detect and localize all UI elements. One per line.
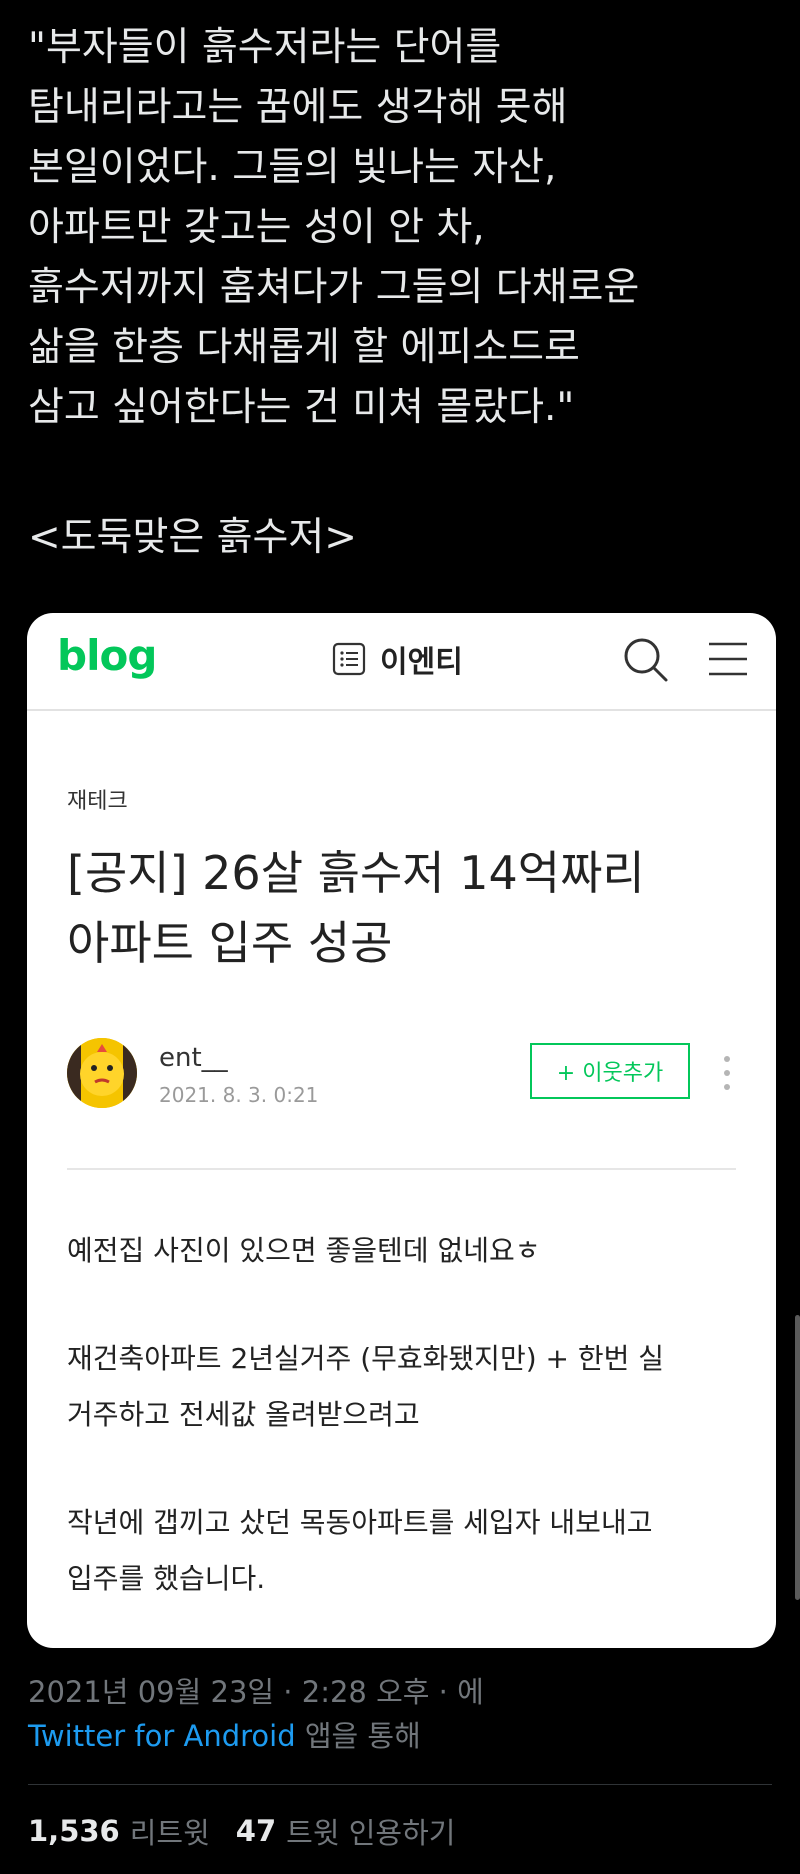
tweet-meta: 2021년 09월 23일 · 2:28 오후 · 에 Twitter for … bbox=[28, 1670, 484, 1758]
quotes-label: 트윗 인용하기 bbox=[286, 1816, 456, 1850]
source-suffix: 앱을 통해 bbox=[295, 1719, 421, 1753]
post-category[interactable]: 재테크 bbox=[67, 783, 128, 815]
more-options-icon[interactable] bbox=[722, 1053, 732, 1093]
post-body-line: 예전집 사진이 있으면 좋을텐데 없네요ㅎ bbox=[67, 1234, 541, 1267]
divider bbox=[28, 1784, 772, 1785]
tweet-line: 삼고 싶어한다는 건 미쳐 몰랐다." bbox=[28, 385, 575, 430]
quotes-count: 47 bbox=[235, 1814, 277, 1848]
tweet-line: 흙수저까지 훔쳐다가 그들의 다채로운 bbox=[28, 265, 640, 310]
post-title: [공지] 26살 흙수저 14억짜리 아파트 입주 성공 bbox=[67, 838, 747, 978]
tweet-line: 아파트만 갖고는 성이 안 차, bbox=[28, 205, 485, 250]
blog-embed-card[interactable]: blog 이엔티 재테크 [공지] 26살 흙수저 14억짜리 아파트 입주 성… bbox=[27, 613, 776, 1648]
author-name[interactable]: ent__ bbox=[159, 1043, 228, 1073]
quote-tweets-stat[interactable]: 47 트윗 인용하기 bbox=[236, 1810, 456, 1852]
blog-header: blog 이엔티 bbox=[27, 613, 776, 711]
scrollbar[interactable] bbox=[795, 1315, 800, 1600]
post-body: 예전집 사진이 있으면 좋을텐데 없네요ㅎ 재건축아파트 2년실거주 (무효화됐… bbox=[67, 1223, 747, 1607]
add-neighbor-button[interactable]: + 이웃추가 bbox=[530, 1043, 690, 1099]
search-icon[interactable] bbox=[621, 635, 669, 683]
blog-name: 이엔티 bbox=[380, 645, 463, 680]
retweets-count: 1,536 bbox=[28, 1814, 120, 1848]
avatar-image bbox=[67, 1038, 137, 1108]
post-body-line: 입주를 했습니다. bbox=[67, 1562, 266, 1595]
tweet-timestamp: 2021년 09월 23일 · 2:28 오후 · 에 bbox=[28, 1675, 484, 1709]
tweet-caption: <도둑맞은 흙수저> bbox=[28, 515, 357, 560]
post-body-line: 재건축아파트 2년실거주 (무효화됐지만) + 한번 실 bbox=[67, 1342, 665, 1375]
post-date: 2021. 8. 3. 0:21 bbox=[159, 1083, 319, 1107]
post-body-line: 작년에 갭끼고 샀던 목동아파트를 세입자 내보내고 bbox=[67, 1506, 653, 1539]
avatar[interactable] bbox=[67, 1038, 137, 1108]
tweet-line: 탐내리라고는 꿈에도 생각해 못해 bbox=[28, 85, 568, 130]
tweet-line: 본일이었다. 그들의 빛나는 자산, bbox=[28, 145, 557, 190]
menu-icon[interactable] bbox=[707, 639, 749, 679]
tweet-stats: 1,536 리트윗 47 트윗 인용하기 bbox=[28, 1810, 481, 1852]
blog-title-area[interactable]: 이엔티 bbox=[332, 637, 463, 681]
tweet-line: "부자들이 흙수저라는 단어를 bbox=[28, 25, 502, 70]
retweets-label: 리트윗 bbox=[129, 1816, 210, 1850]
tweet-line: 삶을 한층 다채롭게 할 에피소드로 bbox=[28, 325, 580, 370]
tweet-text: "부자들이 흙수저라는 단어를 탐내리라고는 꿈에도 생각해 못해 본일이었다.… bbox=[28, 18, 778, 568]
retweets-stat[interactable]: 1,536 리트윗 bbox=[28, 1810, 210, 1852]
post-title-line: 아파트 입주 성공 bbox=[67, 916, 393, 970]
divider bbox=[67, 1168, 736, 1170]
blog-logo[interactable]: blog bbox=[57, 631, 157, 680]
post-title-line: [공지] 26살 흙수저 14억짜리 bbox=[67, 846, 645, 900]
source-app-link[interactable]: Twitter for Android bbox=[28, 1719, 296, 1753]
post-list-icon[interactable] bbox=[332, 642, 366, 676]
post-body-line: 거주하고 전세값 올려받으려고 bbox=[67, 1398, 420, 1431]
